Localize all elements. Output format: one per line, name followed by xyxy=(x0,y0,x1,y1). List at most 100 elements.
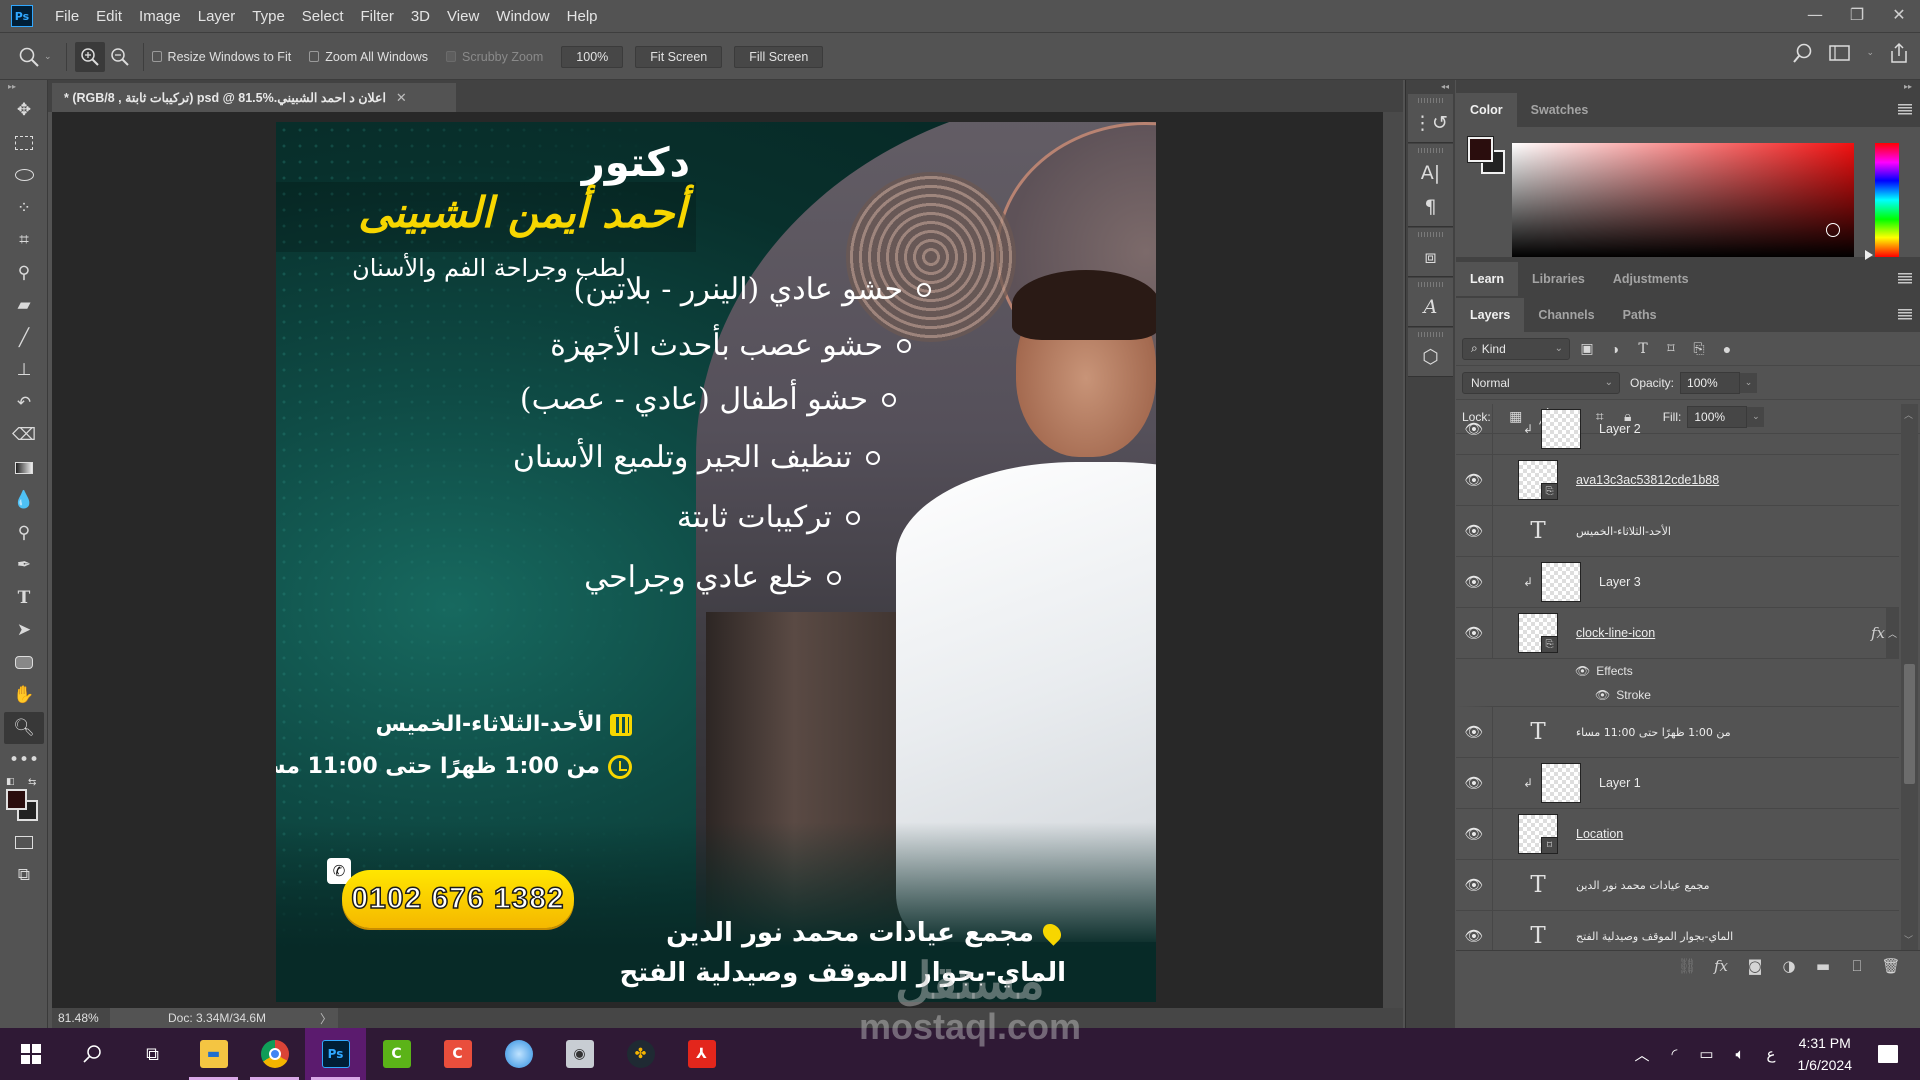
search-button[interactable] xyxy=(61,1028,122,1080)
foreground-color[interactable] xyxy=(1467,136,1494,163)
add-layer-style-icon[interactable]: fx xyxy=(1704,957,1738,975)
screen-mode-button[interactable]: ⧉ xyxy=(0,859,48,892)
zoom-100-button[interactable]: 100% xyxy=(561,45,624,68)
clone-stamp-tool[interactable]: ⊥ xyxy=(0,354,48,387)
search-icon[interactable] xyxy=(1792,42,1814,64)
menu-3d[interactable]: 3D xyxy=(411,8,430,25)
color-picker-cursor[interactable] xyxy=(1826,223,1840,237)
resize-windows-checkbox[interactable]: Resize Windows to Fit xyxy=(151,50,291,64)
layer-row[interactable]: 👁︎ T من 1:00 ظهرًا حتى 11:00 مساء xyxy=(1456,706,1899,758)
new-group-icon[interactable]: ▬ xyxy=(1806,957,1840,975)
move-tool[interactable]: ✥ xyxy=(0,94,48,127)
taskbar-app-acrobat[interactable]: ⅄ xyxy=(671,1028,732,1080)
input-language[interactable]: ع xyxy=(1767,1045,1776,1063)
expand-panels-icon[interactable]: ▸▸ xyxy=(1456,80,1920,93)
quick-mask-button[interactable] xyxy=(0,827,48,860)
chevron-down-icon[interactable]: ⌄ xyxy=(1739,372,1758,393)
character-panel-button[interactable]: A| xyxy=(1408,156,1453,190)
poster-canvas[interactable]: دكتور أحمد أيمن الشبينى لطب وجراحة الفم … xyxy=(276,122,1156,1002)
notifications-icon[interactable] xyxy=(1878,1045,1898,1063)
visibility-eye-icon[interactable]: 👁︎ xyxy=(1456,757,1493,809)
zoom-out-button[interactable] xyxy=(105,42,135,72)
layer-row[interactable]: 👁︎ T الماي-بجوار الموقف وصيدلية الفتح xyxy=(1456,910,1899,950)
dodge-tool[interactable]: ⚲ xyxy=(0,517,48,550)
panel-menu-icon[interactable] xyxy=(1898,104,1912,115)
healing-brush-tool[interactable]: ▰ xyxy=(0,289,48,322)
blur-tool[interactable]: 💧 xyxy=(0,484,48,517)
visibility-eye-icon[interactable]: 👁︎ xyxy=(1575,664,1590,678)
taskbar-app-camera[interactable]: ◉ xyxy=(549,1028,610,1080)
path-selection-tool[interactable]: ➤ xyxy=(0,614,48,647)
new-adjustment-layer-icon[interactable]: ◑ xyxy=(1772,957,1806,975)
hand-tool[interactable]: ✋ xyxy=(0,679,48,712)
quick-selection-tool[interactable]: ⁘ xyxy=(0,192,48,225)
layer-row[interactable]: 👁︎ T مجمع عيادات محمد نور الدين xyxy=(1456,859,1899,911)
layer-name[interactable]: Layer 1 xyxy=(1599,776,1641,790)
layer-name[interactable]: الماي-بجوار الموقف وصيدلية الفتح xyxy=(1576,930,1733,943)
swap-colors-icon[interactable]: ⇆ xyxy=(28,777,36,788)
opacity-field[interactable]: 100% ⌄ xyxy=(1680,371,1758,394)
zoom-tool[interactable]: 🔍︎ xyxy=(4,711,44,744)
color-field[interactable] xyxy=(1512,143,1854,257)
collapse-panels-icon[interactable]: ◂◂ xyxy=(1406,80,1455,93)
volume-icon[interactable]: 🔈︎ xyxy=(1736,1046,1745,1063)
visibility-eye-icon[interactable]: 👁︎ xyxy=(1456,859,1493,911)
foreground-color[interactable] xyxy=(6,788,27,810)
smart-object-filter-icon[interactable]: ⎘ xyxy=(1688,340,1710,357)
rectangle-tool[interactable] xyxy=(0,647,48,680)
visibility-eye-icon[interactable]: 👁︎ xyxy=(1595,688,1610,702)
menu-image[interactable]: Image xyxy=(139,8,181,25)
fx-icon[interactable]: fx xyxy=(1871,624,1885,642)
layers-scrollbar[interactable]: ︿ ﹀ xyxy=(1901,404,1918,950)
task-view-button[interactable]: ⧉ xyxy=(122,1028,183,1080)
link-layers-icon[interactable]: ⛓ xyxy=(1670,957,1704,975)
new-layer-icon[interactable]: ⎕ xyxy=(1840,957,1874,975)
scroll-up-icon[interactable]: ︿ xyxy=(1904,408,1913,421)
menu-layer[interactable]: Layer xyxy=(198,8,236,25)
clock[interactable]: 4:31 PM 1/6/2024 xyxy=(1798,1032,1853,1076)
tab-adjustments[interactable]: Adjustments xyxy=(1599,262,1703,296)
pixel-filter-icon[interactable]: ▣ xyxy=(1576,340,1598,357)
restore-button[interactable]: ❐ xyxy=(1836,0,1878,28)
layer-name[interactable]: مجمع عيادات محمد نور الدين xyxy=(1576,879,1710,892)
panel-menu-icon[interactable] xyxy=(1898,309,1912,320)
filter-toggle[interactable]: ● xyxy=(1716,341,1738,357)
layer-row[interactable]: 👁︎ T الأحد-الثلاثاء-الخميس xyxy=(1456,505,1899,557)
taskbar-app-davinci[interactable]: ✤ xyxy=(610,1028,671,1080)
blend-mode-select[interactable]: Normal ⌄ xyxy=(1462,371,1620,394)
history-panel-button[interactable]: ⋮↺ xyxy=(1408,106,1453,140)
workspace-icon[interactable] xyxy=(1828,43,1852,63)
crop-tool[interactable]: ⌗ xyxy=(0,224,48,257)
visibility-eye-icon[interactable]: 👁︎ xyxy=(1456,556,1493,608)
zoom-in-button[interactable] xyxy=(74,41,105,72)
type-filter-icon[interactable]: T xyxy=(1632,341,1654,357)
menu-help[interactable]: Help xyxy=(567,8,598,25)
3d-panel-button[interactable]: ⬡ xyxy=(1408,340,1453,374)
properties-panel-button[interactable]: ⧈ xyxy=(1408,240,1453,274)
tab-learn[interactable]: Learn xyxy=(1456,262,1519,296)
battery-icon[interactable]: ▭ xyxy=(1699,1045,1713,1063)
menu-edit[interactable]: Edit xyxy=(96,8,122,25)
eraser-tool[interactable]: ⌫ xyxy=(0,419,48,452)
show-hidden-icons[interactable]: ︿ xyxy=(1635,1044,1650,1065)
collapse-effects-icon[interactable]: ︿ xyxy=(1886,608,1899,659)
zoom-level[interactable]: 81.48% xyxy=(52,1011,110,1025)
document-tab[interactable]: اعلان د احمد الشبيني.psd @ 81.5% (تركيبا… xyxy=(52,83,456,112)
gradient-tool[interactable] xyxy=(0,452,48,485)
visibility-eye-icon[interactable]: 👁︎ xyxy=(1456,910,1493,950)
add-mask-icon[interactable]: ◙ xyxy=(1738,957,1772,975)
menu-filter[interactable]: Filter xyxy=(361,8,394,25)
close-tab-icon[interactable]: ✕ xyxy=(396,90,407,106)
checkbox-box[interactable] xyxy=(151,51,162,62)
lasso-tool[interactable] xyxy=(0,159,48,192)
menu-select[interactable]: Select xyxy=(302,8,344,25)
shape-filter-icon[interactable]: ⌑ xyxy=(1660,340,1682,357)
scroll-down-icon[interactable]: ﹀ xyxy=(1904,933,1913,946)
tab-paths[interactable]: Paths xyxy=(1609,298,1671,332)
glyphs-panel-button[interactable]: A xyxy=(1408,290,1453,324)
wifi-icon[interactable]: ◜ xyxy=(1672,1045,1678,1063)
layer-name[interactable]: Location xyxy=(1576,827,1623,841)
tab-color[interactable]: Color xyxy=(1456,93,1517,127)
layer-name[interactable]: من 1:00 ظهرًا حتى 11:00 مساء xyxy=(1576,726,1731,739)
grip[interactable] xyxy=(1418,148,1443,153)
